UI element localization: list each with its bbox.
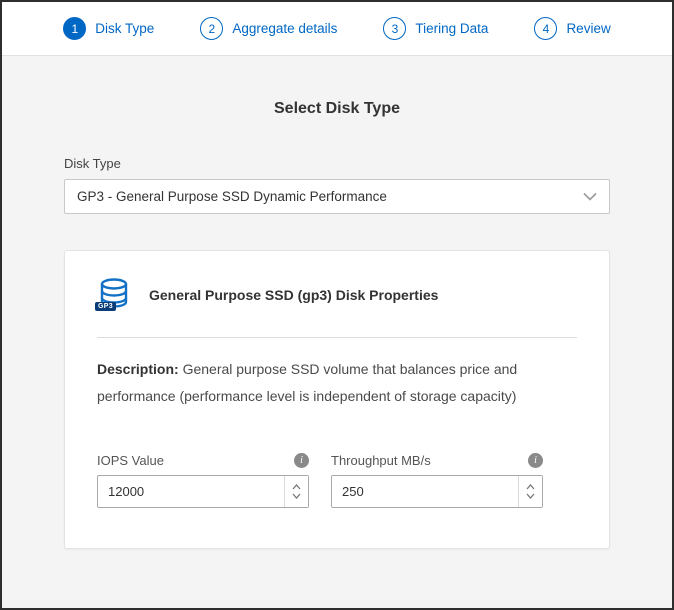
- step-aggregate-details[interactable]: 2 Aggregate details: [200, 17, 337, 40]
- info-icon[interactable]: i: [528, 453, 543, 468]
- iops-input[interactable]: [97, 475, 309, 508]
- step-review[interactable]: 4 Review: [534, 17, 610, 40]
- wizard-stepper: 1 Disk Type 2 Aggregate details 3 Tierin…: [2, 2, 672, 56]
- step-number-badge: 2: [200, 17, 223, 40]
- description-text: Description: General purpose SSD volume …: [97, 356, 552, 411]
- disk-type-selected-value: GP3 - General Purpose SSD Dynamic Perfor…: [77, 189, 387, 204]
- step-label: Aggregate details: [232, 21, 337, 36]
- step-label: Review: [566, 21, 610, 36]
- chevron-down-icon: [292, 493, 301, 499]
- throughput-stepper[interactable]: [518, 476, 542, 507]
- description-label: Description:: [97, 361, 179, 377]
- disk-type-label: Disk Type: [64, 156, 610, 171]
- card-header: GP3 General Purpose SSD (gp3) Disk Prope…: [97, 277, 577, 313]
- chevron-down-icon: [526, 493, 535, 499]
- iops-label: IOPS Value: [97, 453, 164, 468]
- iops-field: IOPS Value i: [97, 453, 309, 508]
- performance-fields: IOPS Value i Throughput MB/s i: [97, 453, 577, 508]
- step-label: Tiering Data: [415, 21, 488, 36]
- page-title: Select Disk Type: [64, 100, 610, 118]
- gp3-badge: GP3: [95, 302, 116, 311]
- step-disk-type[interactable]: 1 Disk Type: [63, 17, 154, 40]
- step-label: Disk Type: [95, 21, 154, 36]
- chevron-up-icon: [526, 484, 535, 490]
- info-icon[interactable]: i: [294, 453, 309, 468]
- step-number-badge: 3: [383, 17, 406, 40]
- wizard-window: 1 Disk Type 2 Aggregate details 3 Tierin…: [0, 0, 674, 610]
- throughput-label: Throughput MB/s: [331, 453, 431, 468]
- gp3-database-icon: GP3: [97, 277, 133, 313]
- step-number-badge: 4: [534, 17, 557, 40]
- card-heading: General Purpose SSD (gp3) Disk Propertie…: [149, 287, 438, 303]
- step-tiering-data[interactable]: 3 Tiering Data: [383, 17, 488, 40]
- throughput-input[interactable]: [331, 475, 543, 508]
- throughput-field: Throughput MB/s i: [331, 453, 543, 508]
- main-content: Select Disk Type Disk Type GP3 - General…: [2, 100, 672, 549]
- step-number-badge: 1: [63, 17, 86, 40]
- disk-type-select[interactable]: GP3 - General Purpose SSD Dynamic Perfor…: [64, 179, 610, 214]
- chevron-up-icon: [292, 484, 301, 490]
- divider: [97, 337, 577, 338]
- iops-stepper[interactable]: [284, 476, 308, 507]
- disk-properties-card: GP3 General Purpose SSD (gp3) Disk Prope…: [64, 250, 610, 549]
- chevron-down-icon: [583, 192, 597, 201]
